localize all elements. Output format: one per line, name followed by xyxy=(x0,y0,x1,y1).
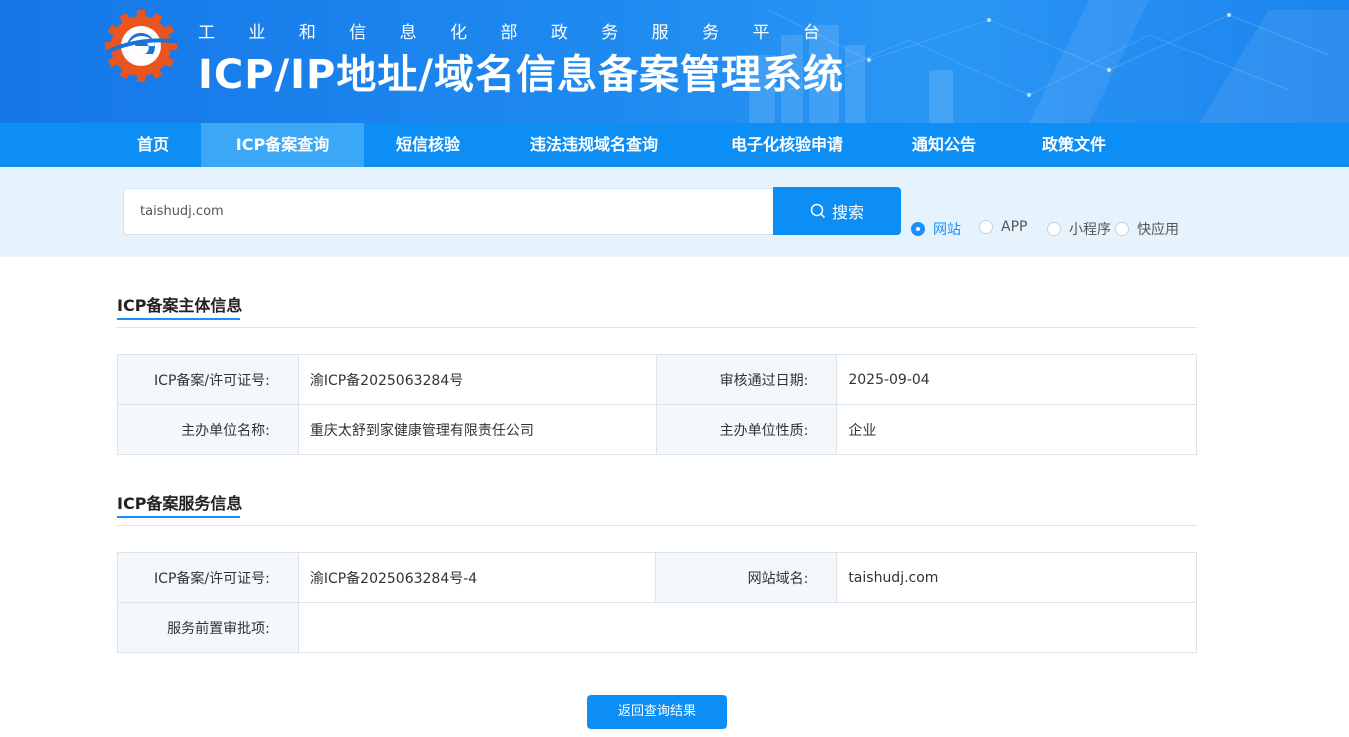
subtitle-char: 务 xyxy=(702,23,720,43)
section-title-underline xyxy=(117,516,240,518)
subtitle-char: 业 xyxy=(248,23,266,43)
page-title: ICP/IP地址/域名信息备案管理系统 xyxy=(198,52,844,98)
nav-item-home[interactable]: 首页 xyxy=(120,123,186,167)
back-to-results-button[interactable]: 返回查询结果 xyxy=(587,695,727,729)
nav-item-icp-query[interactable]: ICP备案查询 xyxy=(201,123,364,167)
nav-item-illegal-domain[interactable]: 违法违规域名查询 xyxy=(508,123,680,167)
subtitle-char: 和 xyxy=(298,23,316,43)
table-row: 主办单位名称: 重庆太舒到家健康管理有限责任公司 主办单位性质: 企业 xyxy=(117,404,1197,455)
radio-checked-icon xyxy=(911,222,925,236)
header-banner: 工 业 和 信 息 化 部 政 务 服 务 平 台 ICP/IP地址/域名信息备… xyxy=(0,0,1349,123)
search-icon xyxy=(810,203,826,219)
main-nav: 首页 ICP备案查询 短信核验 违法违规域名查询 电子化核验申请 通知公告 政策… xyxy=(0,123,1349,167)
subject-info-table: ICP备案/许可证号: 渝ICP备2025063284号 审核通过日期: 202… xyxy=(117,354,1197,455)
subtitle-char: 台 xyxy=(802,23,820,43)
nav-item-policies[interactable]: 政策文件 xyxy=(1024,123,1124,167)
subtitle-char: 政 xyxy=(550,23,568,43)
radio-app[interactable]: APP xyxy=(979,219,1027,235)
subtitle-char: 化 xyxy=(450,23,468,43)
service-section-title: ICP备案服务信息 xyxy=(117,494,243,513)
radio-label: 小程序 xyxy=(1069,222,1111,238)
subject-section-title: ICP备案主体信息 xyxy=(117,296,243,315)
field-value: 2025-09-04 xyxy=(836,354,1197,405)
search-input[interactable]: taishudj.com xyxy=(123,188,774,235)
field-label: 主办单位名称: xyxy=(117,404,299,455)
radio-label: 快应用 xyxy=(1137,222,1179,238)
subtitle-char: 部 xyxy=(500,23,518,43)
search-button-label: 搜索 xyxy=(831,203,864,222)
section-title-underline xyxy=(117,318,240,320)
field-label: 主办单位性质: xyxy=(655,404,838,455)
table-row: ICP备案/许可证号: 渝ICP备2025063284号 审核通过日期: 202… xyxy=(117,354,1197,405)
nav-item-e-verify[interactable]: 电子化核验申请 xyxy=(710,123,864,167)
table-row: 服务前置审批项: xyxy=(117,602,1198,653)
field-value: 重庆太舒到家健康管理有限责任公司 xyxy=(297,404,657,455)
field-label: 审核通过日期: xyxy=(655,354,838,405)
field-value xyxy=(297,602,1198,653)
radio-unchecked-icon xyxy=(979,220,993,234)
radio-label: APP xyxy=(1001,219,1028,235)
subtitle-char: 息 xyxy=(399,23,417,43)
radio-label: 网站 xyxy=(933,222,961,238)
ministry-logo xyxy=(105,10,177,82)
field-value: 渝ICP备2025063284号 xyxy=(297,354,657,405)
subtitle-char: 服 xyxy=(651,23,669,43)
search-button[interactable]: 搜索 xyxy=(773,187,901,235)
field-label: ICP备案/许可证号: xyxy=(117,354,299,405)
radio-quick-app[interactable]: 快应用 xyxy=(1115,219,1179,239)
section-divider xyxy=(117,327,1197,328)
field-value: taishudj.com xyxy=(836,552,1197,603)
field-value: 企业 xyxy=(836,404,1197,455)
ministry-subtitle: 工 业 和 信 息 化 部 政 务 服 务 平 台 xyxy=(198,18,820,43)
radio-unchecked-icon xyxy=(1047,222,1061,236)
field-label: 网站域名: xyxy=(655,552,838,603)
field-label: 服务前置审批项: xyxy=(117,602,299,653)
table-row: ICP备案/许可证号: 渝ICP备2025063284号-4 网站域名: tai… xyxy=(117,552,1197,603)
field-value: 渝ICP备2025063284号-4 xyxy=(297,552,657,603)
nav-item-sms-verify[interactable]: 短信核验 xyxy=(378,123,478,167)
radio-mini-program[interactable]: 小程序 xyxy=(1047,219,1111,239)
subtitle-char: 信 xyxy=(349,23,367,43)
search-area: taishudj.com 搜索 网站 APP 小程序 快应用 xyxy=(0,167,1349,257)
nav-item-notices[interactable]: 通知公告 xyxy=(894,123,994,167)
subtitle-char: 务 xyxy=(601,23,619,43)
service-info-table: ICP备案/许可证号: 渝ICP备2025063284号-4 网站域名: tai… xyxy=(117,552,1198,653)
subtitle-char: 工 xyxy=(198,23,215,43)
radio-website[interactable]: 网站 xyxy=(911,219,961,239)
subtitle-char: 平 xyxy=(752,23,770,43)
field-label: ICP备案/许可证号: xyxy=(117,552,299,603)
radio-unchecked-icon xyxy=(1115,222,1129,236)
section-divider xyxy=(117,525,1197,526)
